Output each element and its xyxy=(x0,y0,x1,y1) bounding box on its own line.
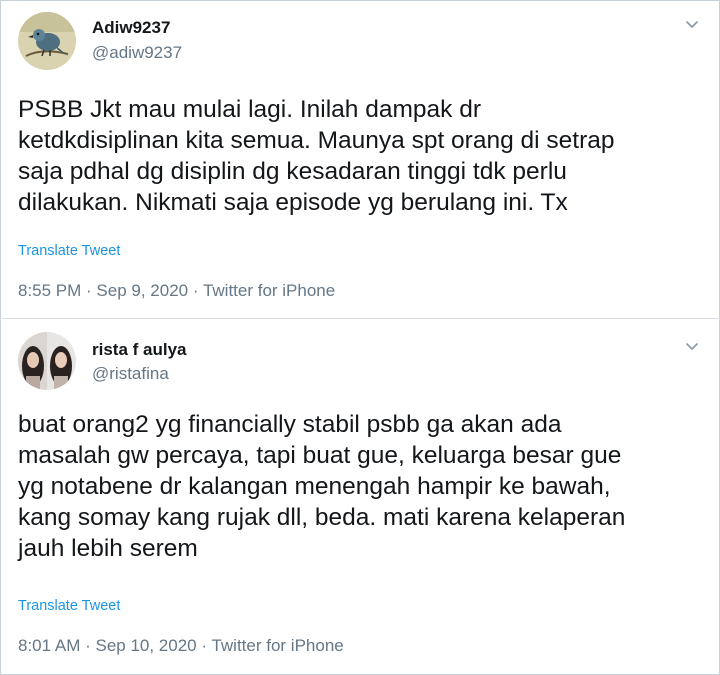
tweet-source[interactable]: Twitter for iPhone xyxy=(203,281,335,300)
chevron-down-icon[interactable] xyxy=(684,16,700,32)
meta-separator: · xyxy=(81,281,97,300)
tweet-card[interactable]: rista f aulya @ristafina buat orang2 yg … xyxy=(0,318,720,675)
meta-separator: · xyxy=(80,636,96,655)
tweet-time[interactable]: 8:55 PM xyxy=(18,281,81,300)
tweet-text: PSBB Jkt mau mulai lagi. Inilah dampak d… xyxy=(18,96,615,216)
tweet-source[interactable]: Twitter for iPhone xyxy=(211,636,343,655)
tweet-date[interactable]: Sep 9, 2020 xyxy=(96,281,188,300)
tweet-date[interactable]: Sep 10, 2020 xyxy=(95,636,196,655)
meta-separator: · xyxy=(196,636,212,655)
user-handle[interactable]: @adiw9237 xyxy=(92,43,182,63)
tweet-text: buat orang2 yg financially stabil psbb g… xyxy=(18,411,626,562)
tweet-metadata: 8:01 AM · Sep 10, 2020 · Twitter for iPh… xyxy=(18,636,344,656)
user-handle[interactable]: @ristafina xyxy=(92,364,169,384)
tweet-time[interactable]: 8:01 AM xyxy=(18,636,80,655)
meta-separator: · xyxy=(188,281,203,300)
tweet-metadata: 8:55 PM · Sep 9, 2020 · Twitter for iPho… xyxy=(18,281,335,301)
person-avatar-icon[interactable] xyxy=(18,332,76,390)
tweet-card[interactable]: Adiw9237 @adiw9237 PSBB Jkt mau mulai la… xyxy=(0,0,720,318)
display-name[interactable]: Adiw9237 xyxy=(92,18,170,38)
translate-tweet-link[interactable]: Translate Tweet xyxy=(18,598,120,614)
translate-tweet-link[interactable]: Translate Tweet xyxy=(18,243,120,259)
bird-avatar-icon[interactable] xyxy=(18,12,76,70)
chevron-down-icon[interactable] xyxy=(684,338,700,354)
display-name[interactable]: rista f aulya xyxy=(92,340,187,360)
